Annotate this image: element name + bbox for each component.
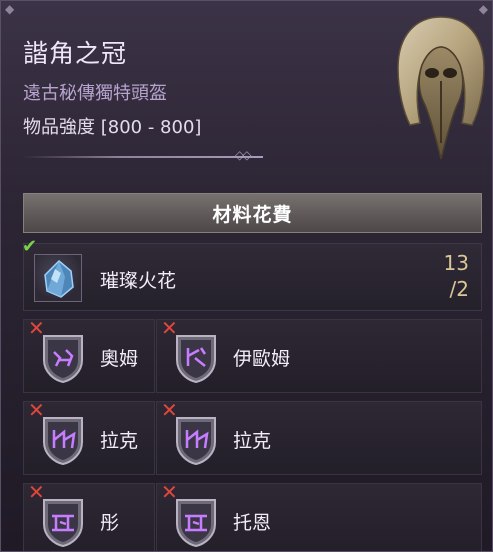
item-type: 遠古秘傳獨特頭盔 — [23, 83, 167, 104]
material-name: 璀璨火花 — [100, 270, 177, 292]
item-power: 物品強度 [800 - 800] — [23, 117, 202, 138]
rune-name: 伊歐姆 — [233, 348, 291, 370]
material-cost-label: 材料花費 — [212, 203, 293, 226]
rune-name: 托恩 — [233, 512, 272, 534]
rune-shield-icon — [43, 499, 83, 548]
material-slot — [34, 254, 82, 302]
helm-icon — [397, 16, 485, 160]
rune-shield-icon — [43, 335, 83, 384]
material-count: 13 /2 — [444, 250, 469, 302]
crystal-icon — [44, 259, 74, 298]
rune-slot[interactable]: ✕ 拉克 — [156, 400, 482, 475]
header-divider — [23, 156, 263, 158]
divider-ornament-icon: ◇◇ — [235, 148, 252, 162]
rune-shield-icon — [176, 499, 216, 548]
rune-name: 拉克 — [100, 430, 139, 452]
rune-slot[interactable]: ✕ 彤 — [23, 482, 155, 551]
material-needed: /2 — [449, 277, 469, 301]
material-row[interactable]: ✔ 璀璨火花 13 /2 — [22, 238, 482, 311]
rune-slot[interactable]: ✕ 伊歐姆 — [156, 318, 482, 393]
rune-name: 奧姆 — [100, 348, 139, 370]
rune-slot[interactable]: ✕ 奧姆 — [23, 318, 155, 393]
item-header: 諧角之冠 遠古秘傳獨特頭盔 物品強度 [800 - 800] — [23, 39, 383, 138]
item-tooltip-panel: ◆ ◆ 諧角之冠 遠古秘傳獨特頭盔 物品強度 [800 - 800] ◇◇ 材料… — [0, 0, 493, 552]
check-icon: ✔ — [22, 236, 38, 257]
rune-name: 彤 — [100, 512, 120, 534]
rune-shield-icon — [43, 417, 83, 466]
rune-slot[interactable]: ✕ 拉克 — [23, 400, 155, 475]
rune-name: 拉克 — [233, 430, 272, 452]
rune-slot[interactable]: ✕ 托恩 — [156, 482, 482, 551]
material-owned: 13 — [443, 251, 469, 275]
rune-shield-icon — [176, 417, 216, 466]
item-title: 諧角之冠 — [23, 39, 128, 68]
corner-ornament-icon: ◆ — [5, 2, 15, 16]
material-cost-header: 材料花費 — [23, 193, 482, 233]
rune-shield-icon — [176, 335, 216, 384]
